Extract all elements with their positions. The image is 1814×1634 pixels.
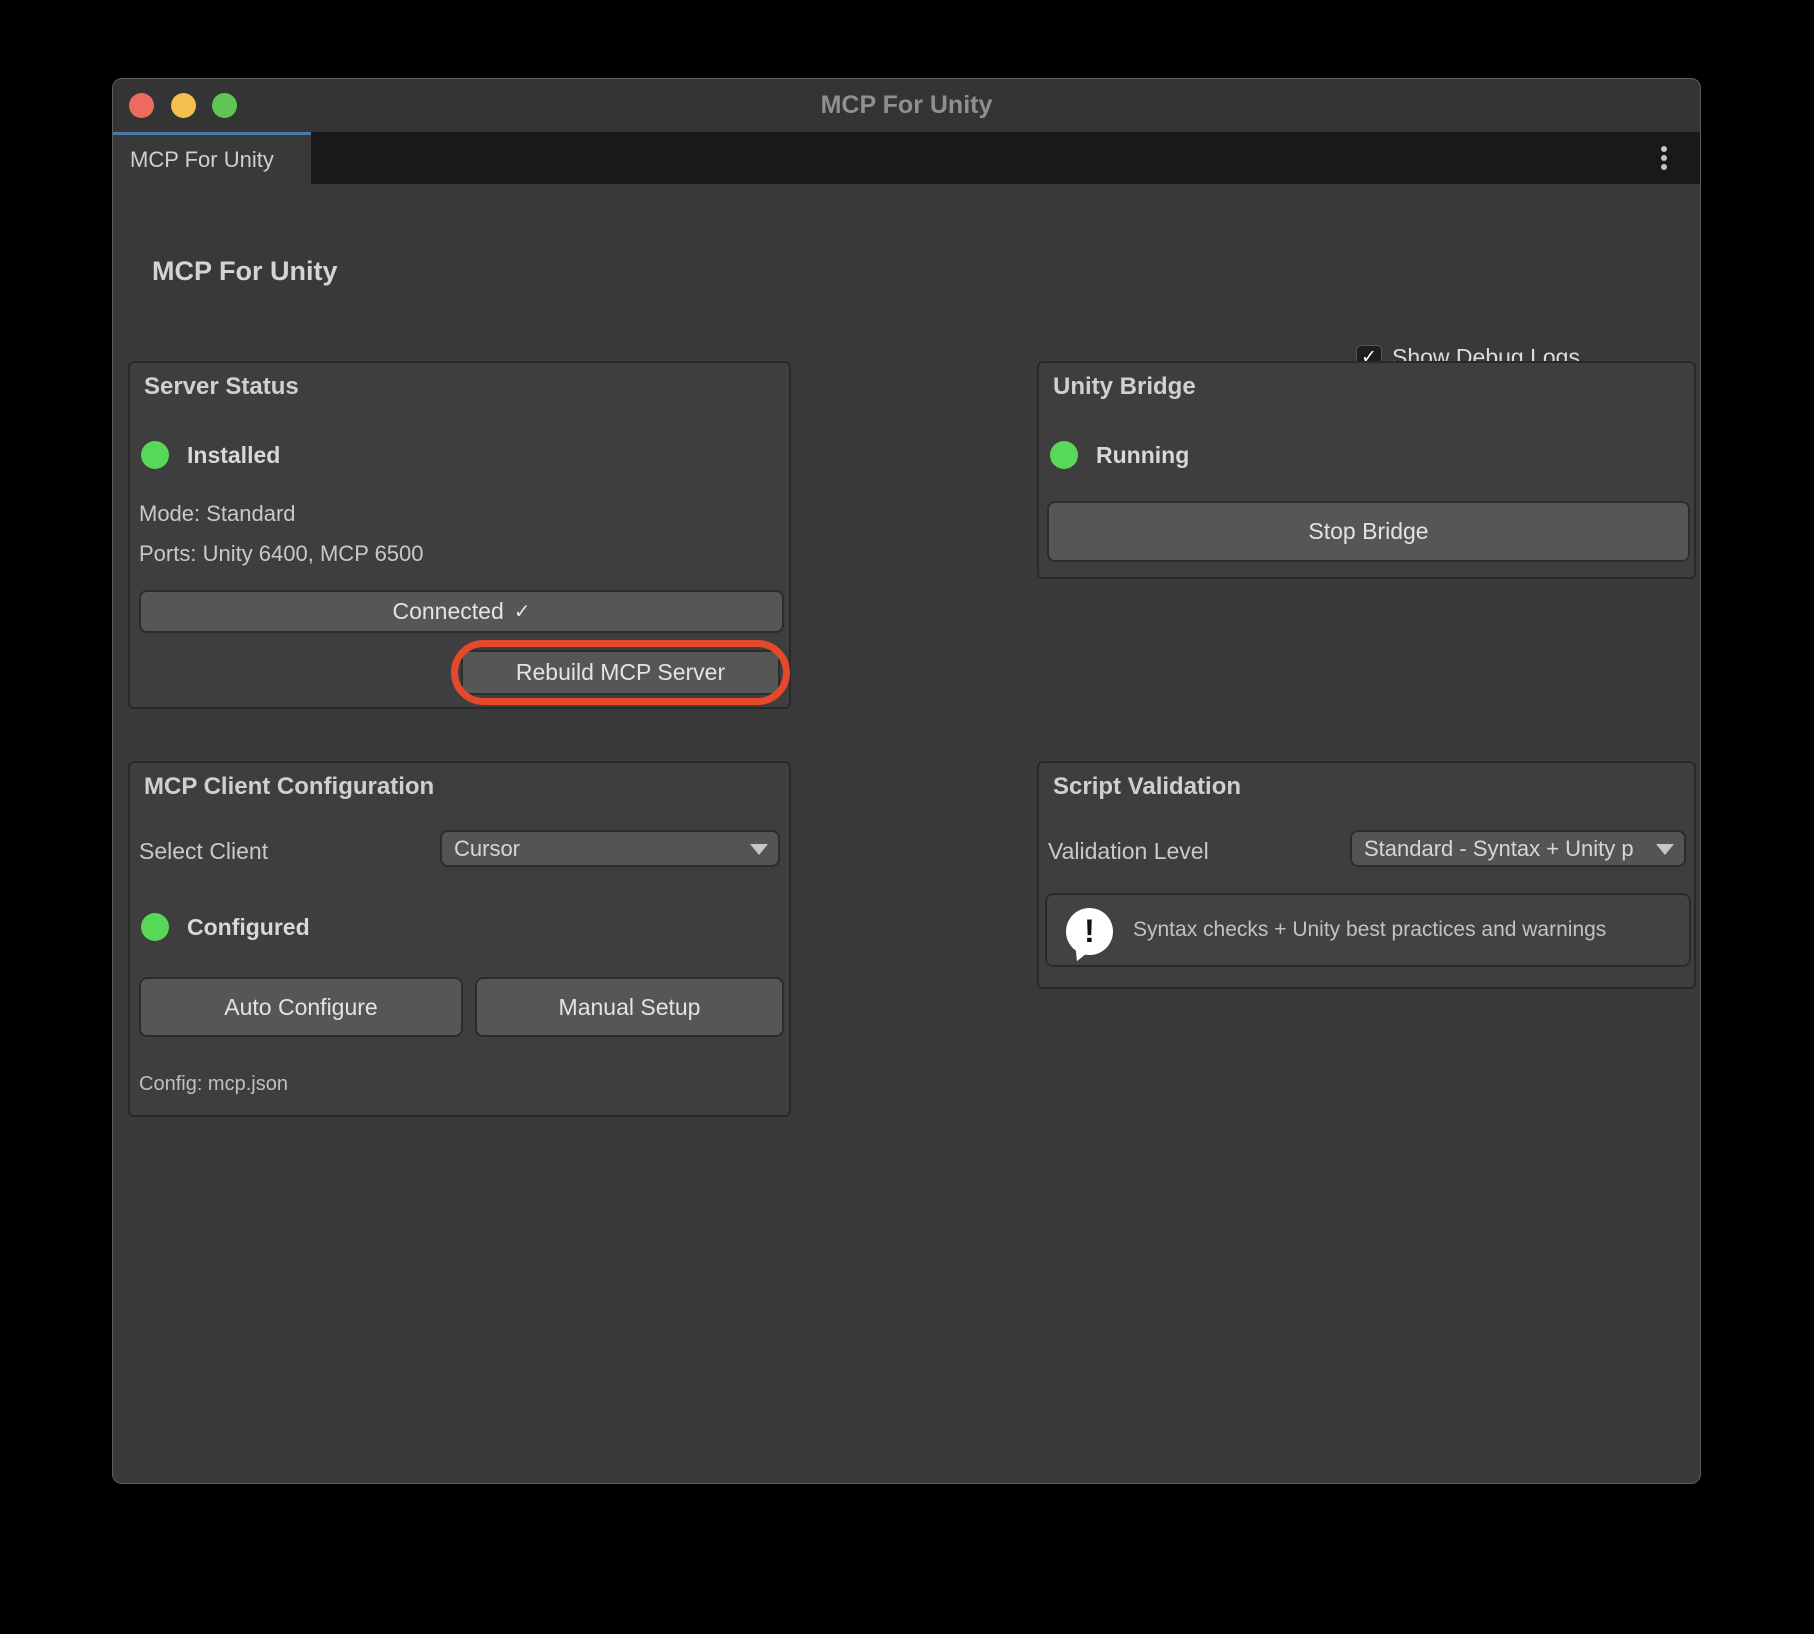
window-title: MCP For Unity (113, 79, 1700, 132)
client-config-title: MCP Client Configuration (144, 773, 434, 801)
app-window: MCP For Unity MCP For Unity MCP For Unit… (112, 78, 1701, 1484)
auto-configure-label: Auto Configure (224, 994, 377, 1021)
stop-bridge-button[interactable]: Stop Bridge (1047, 501, 1690, 562)
dropdown-arrow-icon (750, 844, 768, 855)
validation-help-box: ! Syntax checks + Unity best practices a… (1045, 893, 1691, 967)
status-dot-icon (141, 913, 169, 941)
tab-mcp-for-unity[interactable]: MCP For Unity (113, 132, 311, 184)
status-dot-icon (1050, 441, 1078, 469)
manual-setup-label: Manual Setup (559, 994, 701, 1021)
select-client-label: Select Client (139, 838, 268, 865)
configured-status-row: Configured (141, 913, 310, 941)
mcp-client-configuration-panel: MCP Client Configuration Select Client C… (128, 761, 791, 1117)
rebuild-mcp-server-button[interactable]: Rebuild MCP Server (461, 650, 780, 695)
tab-strip: MCP For Unity (113, 132, 1700, 184)
server-mode-text: Mode: Standard (139, 501, 296, 527)
server-status-row: Installed (141, 441, 280, 469)
kebab-menu-icon[interactable] (1650, 132, 1678, 184)
unity-bridge-panel: Unity Bridge Running Stop Bridge (1037, 361, 1696, 579)
content-area: MCP For Unity ✓ Show Debug Logs Server S… (113, 184, 1700, 1483)
config-path-text: Config: mcp.json (139, 1073, 288, 1096)
connected-check-icon: ✓ (514, 599, 531, 624)
validation-level-value: Standard - Syntax + Unity p (1364, 836, 1634, 862)
script-validation-panel: Script Validation Validation Level Stand… (1037, 761, 1696, 989)
server-status-panel: Server Status Installed Mode: Standard P… (128, 361, 791, 709)
validation-level-dropdown[interactable]: Standard - Syntax + Unity p (1350, 830, 1686, 867)
connected-button[interactable]: Connected ✓ (139, 590, 784, 633)
connected-label: Connected (392, 598, 503, 625)
status-dot-icon (141, 441, 169, 469)
bridge-status-row: Running (1050, 441, 1189, 469)
client-select-value: Cursor (454, 836, 520, 862)
page-title: MCP For Unity (152, 256, 338, 287)
configured-status-value: Configured (187, 914, 310, 941)
bridge-status-value: Running (1096, 442, 1189, 469)
tab-label: MCP For Unity (130, 147, 274, 173)
info-exclamation-icon: ! (1066, 908, 1113, 955)
script-validation-title: Script Validation (1053, 773, 1241, 801)
validation-help-text: Syntax checks + Unity best practices and… (1133, 895, 1606, 965)
dropdown-arrow-icon (1656, 844, 1674, 855)
manual-setup-button[interactable]: Manual Setup (475, 977, 784, 1037)
titlebar: MCP For Unity (113, 79, 1700, 132)
client-select-dropdown[interactable]: Cursor (440, 830, 780, 867)
rebuild-mcp-server-label: Rebuild MCP Server (516, 659, 725, 686)
server-status-title: Server Status (144, 373, 299, 401)
server-ports-text: Ports: Unity 6400, MCP 6500 (139, 541, 424, 567)
server-status-value: Installed (187, 442, 280, 469)
auto-configure-button[interactable]: Auto Configure (139, 977, 463, 1037)
unity-bridge-title: Unity Bridge (1053, 373, 1196, 401)
validation-level-label: Validation Level (1048, 838, 1209, 865)
stop-bridge-label: Stop Bridge (1308, 518, 1428, 545)
